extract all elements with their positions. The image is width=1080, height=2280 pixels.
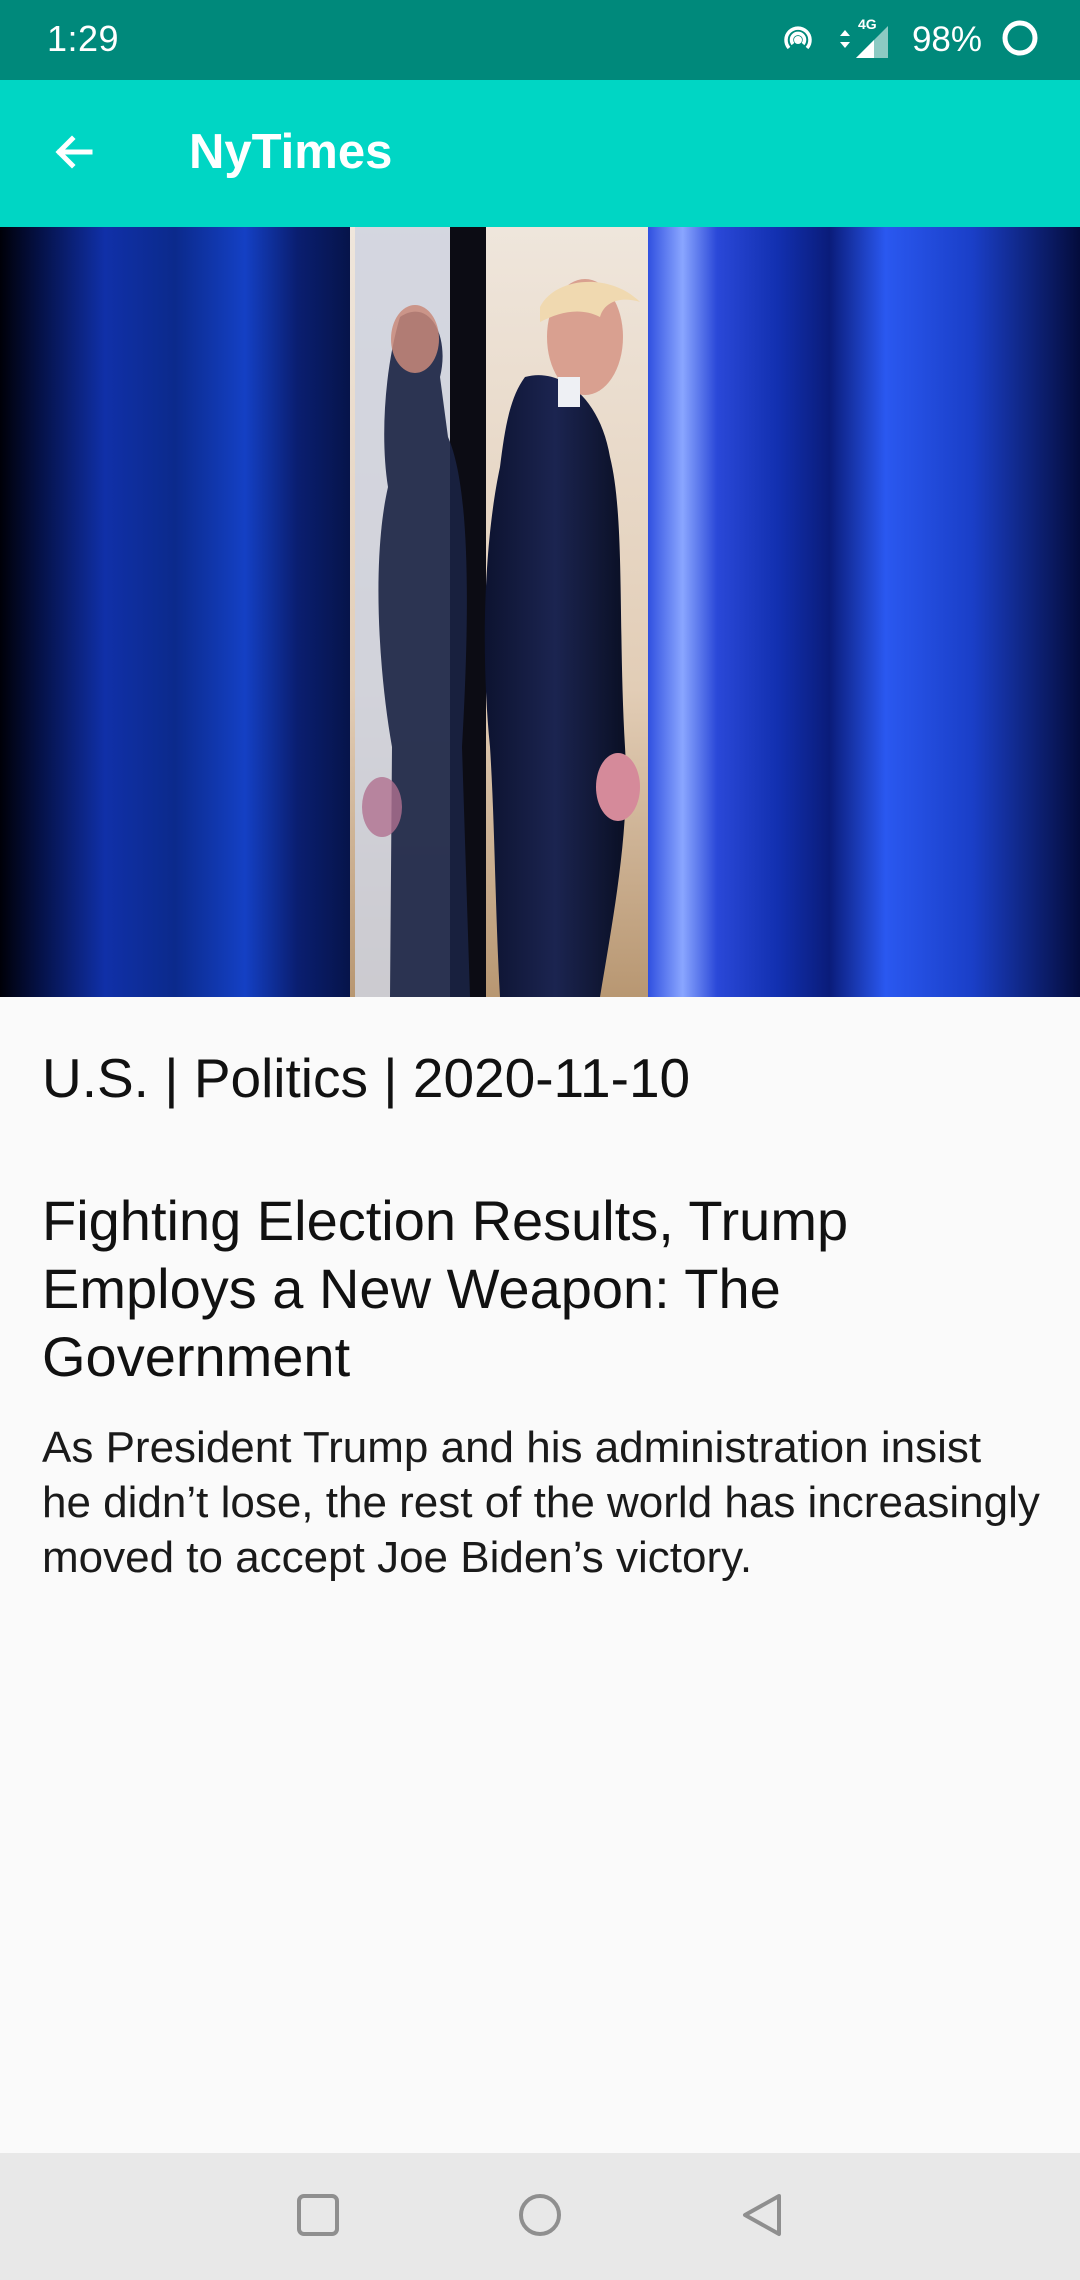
status-time: 1:29 bbox=[47, 18, 120, 59]
arrow-left-icon bbox=[50, 128, 98, 181]
app-bar: NyTimes bbox=[0, 80, 1080, 227]
article-abstract: As President Trump and his administratio… bbox=[42, 1423, 1040, 1582]
home-button[interactable] bbox=[500, 2177, 580, 2257]
recents-square-icon bbox=[295, 2192, 341, 2243]
article-title: Fighting Election Results, Trump Employs… bbox=[42, 1189, 849, 1388]
system-back-button[interactable] bbox=[722, 2177, 802, 2257]
recents-button[interactable] bbox=[278, 2177, 358, 2257]
app-title: NyTimes bbox=[189, 125, 393, 179]
signal-icon: 4G bbox=[836, 16, 894, 62]
hotspot-icon bbox=[778, 18, 818, 63]
status-bar: 1:29 4G 98% bbox=[0, 0, 1080, 80]
back-button[interactable] bbox=[34, 114, 114, 194]
battery-percent: 98% bbox=[911, 20, 982, 59]
system-nav-bar bbox=[0, 2153, 1080, 2280]
home-circle-icon bbox=[517, 2192, 563, 2243]
article-image bbox=[0, 227, 1080, 997]
battery-ring-icon bbox=[1000, 18, 1040, 63]
article-meta: U.S. | Politics | 2020-11-10 bbox=[42, 1047, 691, 1109]
back-triangle-icon bbox=[739, 2192, 785, 2243]
status-icons: 4G 98% bbox=[778, 14, 1040, 66]
network-type: 4G bbox=[857, 16, 877, 32]
